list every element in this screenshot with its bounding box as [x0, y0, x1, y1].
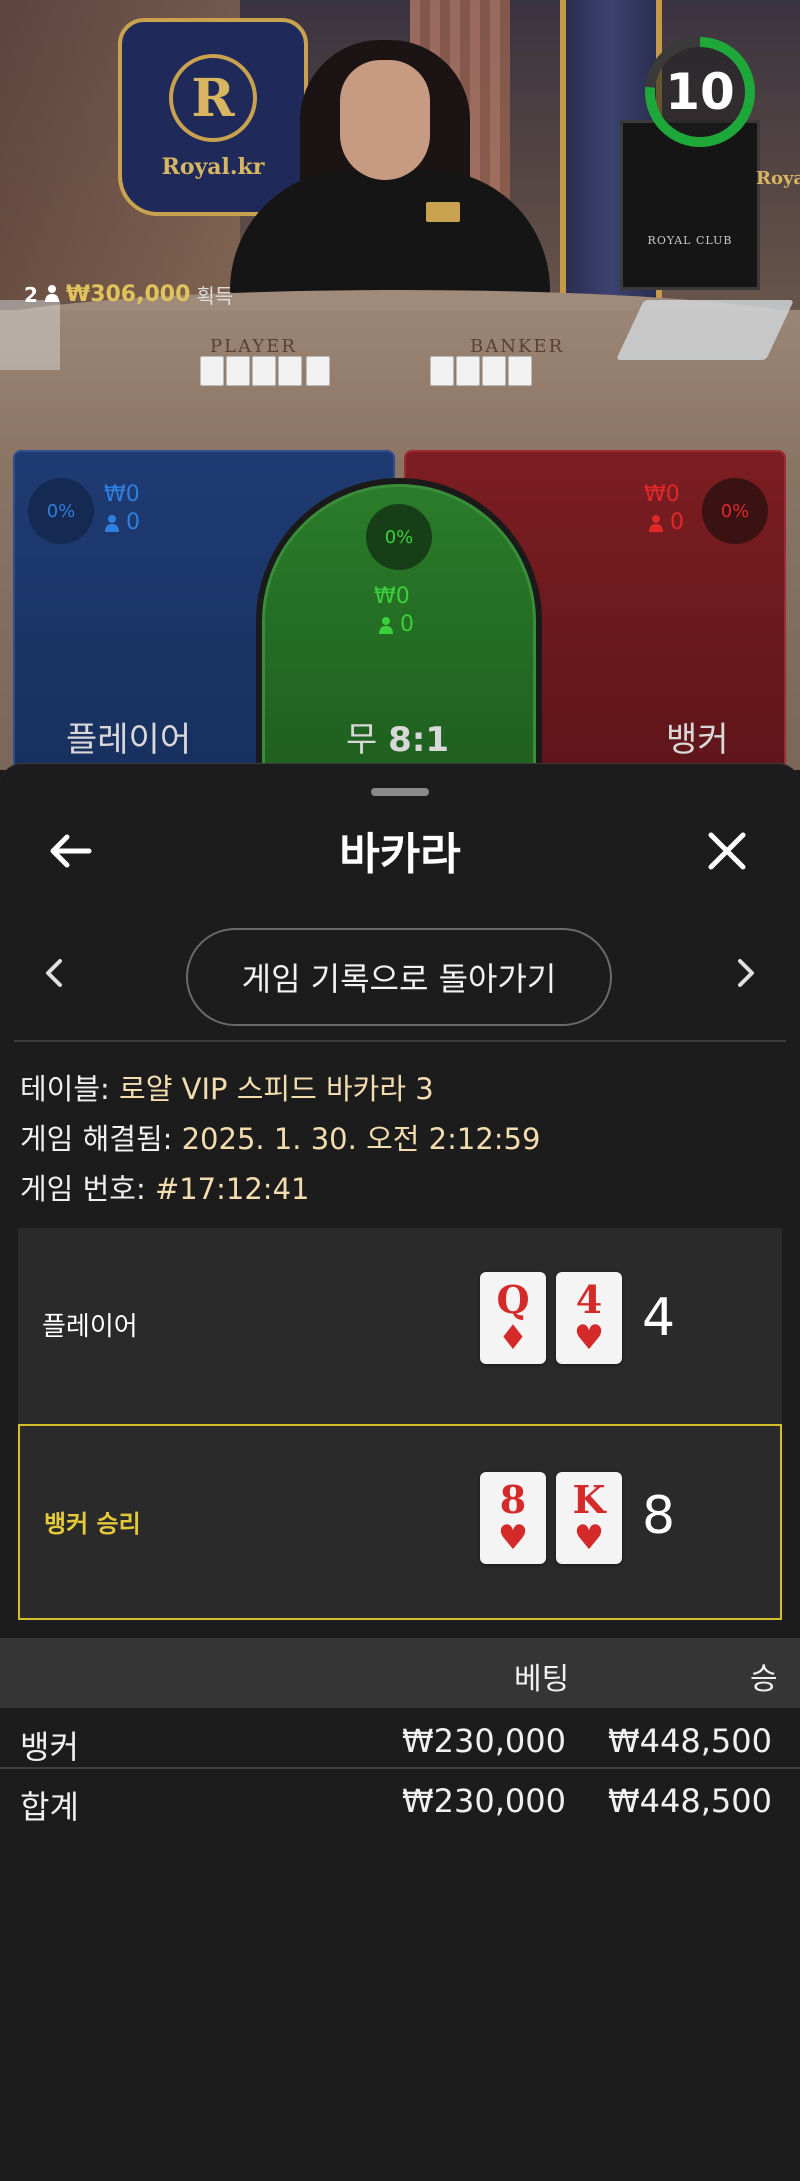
- meta-number-label: 게임 번호:: [20, 1172, 146, 1206]
- meta-resolved-value: 2025. 1. 30. 오전 2:12:59: [181, 1122, 541, 1156]
- row-bet: ₩230,000: [402, 1722, 566, 1760]
- meta-table-value: 로얄 VIP 스피드 바카라 3: [119, 1072, 434, 1106]
- game-history-sheet: 바카라 게임 기록으로 돌아가기 테이블: 로얄 VIP 스피드 바카라 3 게…: [0, 763, 800, 2181]
- player-percent: 0%: [28, 478, 94, 544]
- meta-resolved-label: 게임 해결됨:: [20, 1122, 173, 1156]
- banker-label: 뱅커: [666, 720, 729, 760]
- card-rank: K: [572, 1477, 606, 1522]
- crest-letter: R: [169, 54, 257, 142]
- banker-hand-label: 뱅커 승리: [44, 1510, 141, 1538]
- meta-table-label: 테이블:: [20, 1072, 110, 1106]
- person-icon: [649, 514, 663, 532]
- divider: [14, 1040, 786, 1042]
- table-row-total: 합계 ₩230,000 ₩448,500: [0, 1772, 800, 1830]
- previous-game-button[interactable]: [34, 948, 74, 998]
- meta-resolved: 게임 해결됨: 2025. 1. 30. 오전 2:12:59: [20, 1116, 540, 1158]
- row-win: ₩448,500: [608, 1722, 772, 1760]
- dealer-face: [340, 60, 430, 180]
- crest-text: Royal.kr: [161, 154, 265, 180]
- winners-suffix: 획득: [196, 284, 234, 308]
- tie-label: 무 8:1: [346, 712, 449, 761]
- sheet-title: 바카라: [339, 829, 461, 880]
- player-amount: ₩0: [104, 482, 140, 507]
- chevron-left-icon: [46, 959, 62, 987]
- heart-suit-icon: ♥: [497, 1518, 529, 1558]
- club-sign-text: ROYAL CLUB: [647, 234, 733, 247]
- tie-label-text: 무: [346, 720, 378, 760]
- close-button[interactable]: [692, 816, 762, 886]
- dealt-card: [456, 356, 480, 386]
- banker-count: 0: [648, 510, 684, 535]
- winners-amount: ₩306,000: [65, 282, 191, 307]
- card-rank: Q: [496, 1277, 530, 1322]
- dealt-card: [200, 356, 224, 386]
- side-logo-text: Royal: [756, 168, 800, 189]
- person-icon: [44, 283, 60, 307]
- dealt-card: [226, 356, 250, 386]
- dealt-card: [252, 356, 276, 386]
- tie-count: 0: [378, 612, 414, 637]
- table-row: 뱅커 ₩230,000 ₩448,500: [0, 1712, 800, 1770]
- winners-count: 2: [24, 282, 38, 307]
- table-banker-label: BANKER: [470, 336, 565, 357]
- card-rank: 8: [499, 1477, 527, 1522]
- meta-table: 테이블: 로얄 VIP 스피드 바카라 3: [20, 1066, 434, 1108]
- tie-odds: 8:1: [388, 720, 450, 760]
- row-win: ₩448,500: [608, 1782, 772, 1820]
- player-hand-row: 플레이어 Q ♦ 4 ♥ 4: [18, 1228, 782, 1424]
- card-rank: 4: [575, 1277, 603, 1322]
- bets-table-header: 베팅 승: [0, 1638, 800, 1708]
- player-count-value: 0: [126, 510, 140, 535]
- playing-card: 8 ♥: [480, 1472, 546, 1564]
- dealt-card: [508, 356, 532, 386]
- live-video-stream: R Royal.kr ROYAL CLUB Royal PLAYER BANKE…: [0, 0, 800, 770]
- dealer-name-badge: [426, 202, 460, 222]
- column-bet: 베팅: [514, 1662, 570, 1697]
- playing-card: 4 ♥: [556, 1272, 622, 1364]
- meta-game-number: 게임 번호: #17:12:41: [20, 1166, 309, 1208]
- player-hand-label: 플레이어: [42, 1312, 138, 1342]
- card-shoe: [616, 300, 794, 360]
- tie-count-value: 0: [400, 612, 414, 637]
- diamond-suit-icon: ♦: [497, 1318, 529, 1358]
- player-label: 플레이어: [66, 720, 192, 760]
- row-divider: [0, 1767, 800, 1769]
- tie-percent: 0%: [366, 504, 432, 570]
- banker-amount: ₩0: [644, 482, 680, 507]
- countdown-timer: 10: [665, 63, 735, 121]
- player-count: 0: [104, 510, 140, 535]
- dealt-card: [482, 356, 506, 386]
- row-name: 합계: [20, 1788, 79, 1826]
- dealt-card: [278, 356, 302, 386]
- sheet-drag-handle[interactable]: [371, 788, 429, 796]
- banker-hand-row: 뱅커 승리 8 ♥ K ♥ 8: [18, 1424, 782, 1620]
- column-win: 승: [750, 1662, 778, 1697]
- person-icon: [379, 616, 393, 634]
- playing-card: Q ♦: [480, 1272, 546, 1364]
- banker-hand-total: 8: [642, 1486, 676, 1546]
- banker-percent: 0%: [702, 478, 768, 544]
- royal-crest-logo: R Royal.kr: [118, 18, 308, 216]
- heart-suit-icon: ♥: [573, 1518, 605, 1558]
- player-hand-total: 4: [642, 1288, 676, 1348]
- banker-count-value: 0: [670, 510, 684, 535]
- table-player-label: PLAYER: [210, 336, 297, 357]
- winners-ticker: 2 ₩306,000 획득: [24, 280, 233, 309]
- heart-suit-icon: ♥: [573, 1318, 605, 1358]
- dealt-card: [306, 356, 330, 386]
- tie-amount: ₩0: [374, 584, 410, 609]
- back-to-history-button[interactable]: 게임 기록으로 돌아가기: [186, 928, 612, 1026]
- row-bet: ₩230,000: [402, 1782, 566, 1820]
- dealt-card: [430, 356, 454, 386]
- next-game-button[interactable]: [726, 948, 766, 998]
- chevron-right-icon: [738, 959, 754, 987]
- close-icon: [708, 832, 746, 870]
- playing-card: K ♥: [556, 1472, 622, 1564]
- chip-rack: [0, 300, 60, 370]
- row-name: 뱅커: [20, 1728, 79, 1766]
- person-icon: [105, 514, 119, 532]
- meta-number-value: #17:12:41: [154, 1172, 310, 1206]
